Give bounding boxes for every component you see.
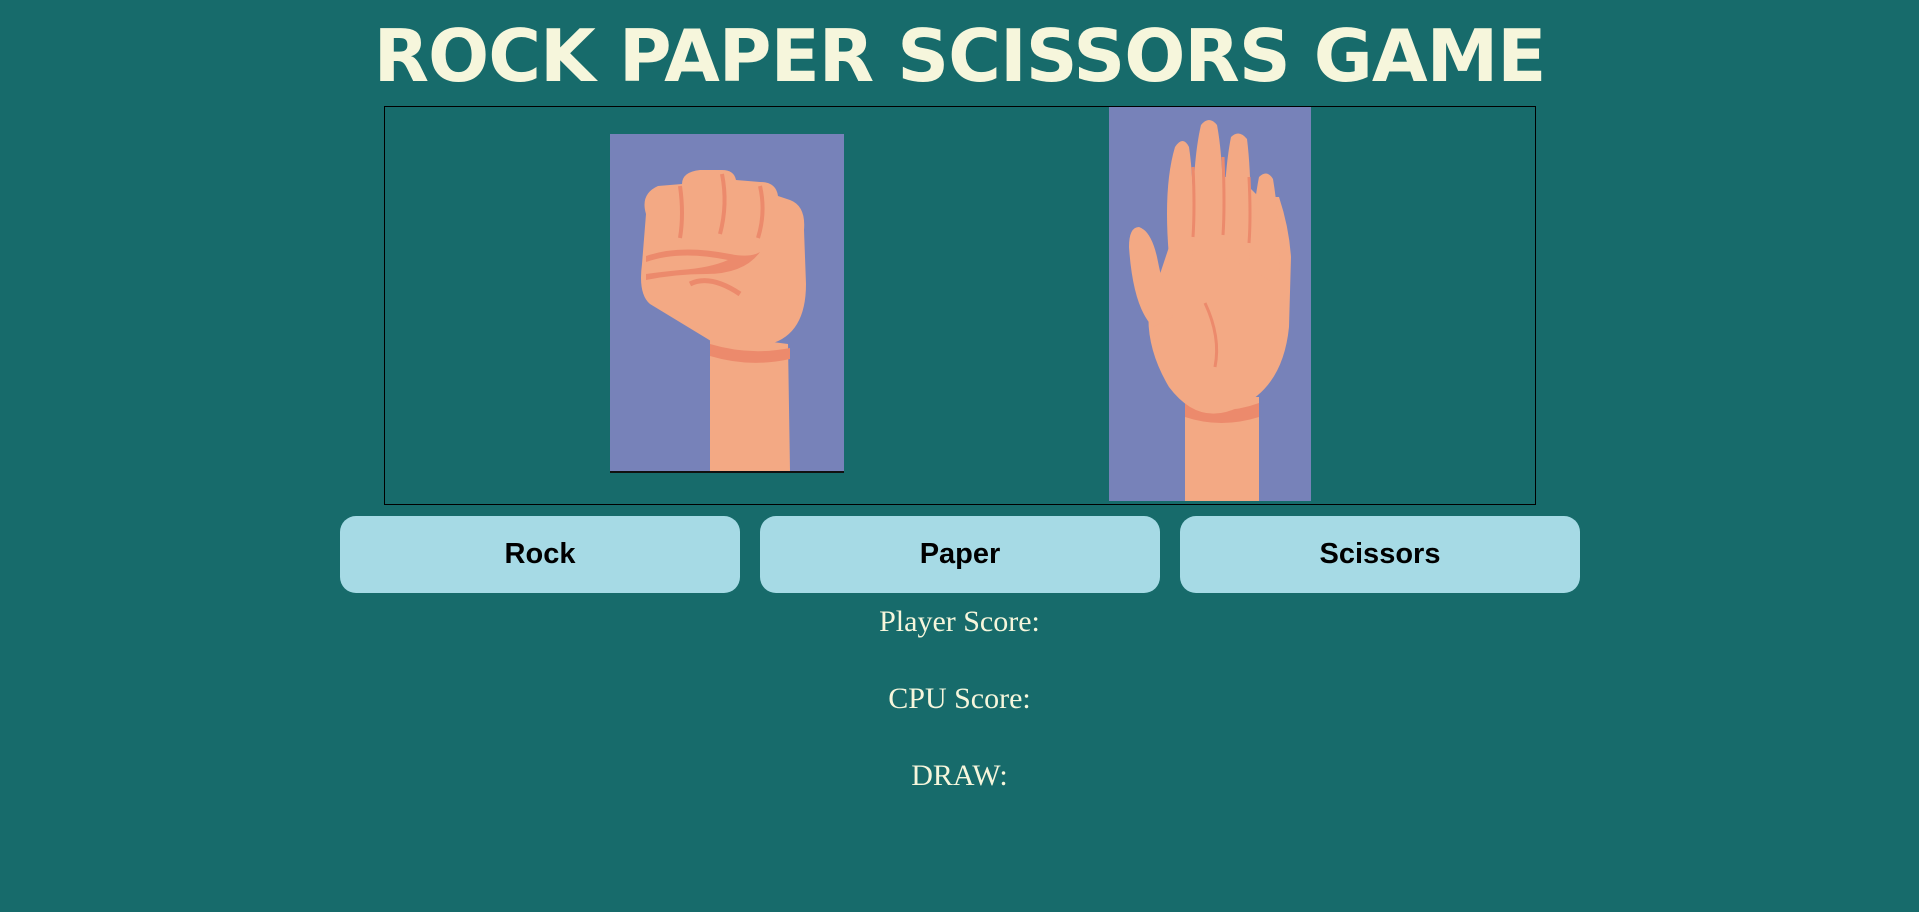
- rock-fist-icon: [610, 134, 844, 471]
- paper-button[interactable]: Paper: [760, 516, 1160, 593]
- cpu-score-label: CPU Score:: [888, 682, 1031, 715]
- paper-open-hand-icon: [1109, 107, 1311, 501]
- cpu-choice-card: [1109, 107, 1311, 501]
- page-title: ROCK PAPER SCISSORS GAME: [373, 14, 1547, 98]
- player-score-label: Player Score:: [879, 605, 1040, 638]
- game-arena: [384, 106, 1536, 505]
- player-choice-card: [610, 134, 844, 473]
- rock-button[interactable]: Rock: [340, 516, 740, 593]
- scissors-button[interactable]: Scissors: [1180, 516, 1580, 593]
- draw-count-label: DRAW:: [911, 759, 1008, 792]
